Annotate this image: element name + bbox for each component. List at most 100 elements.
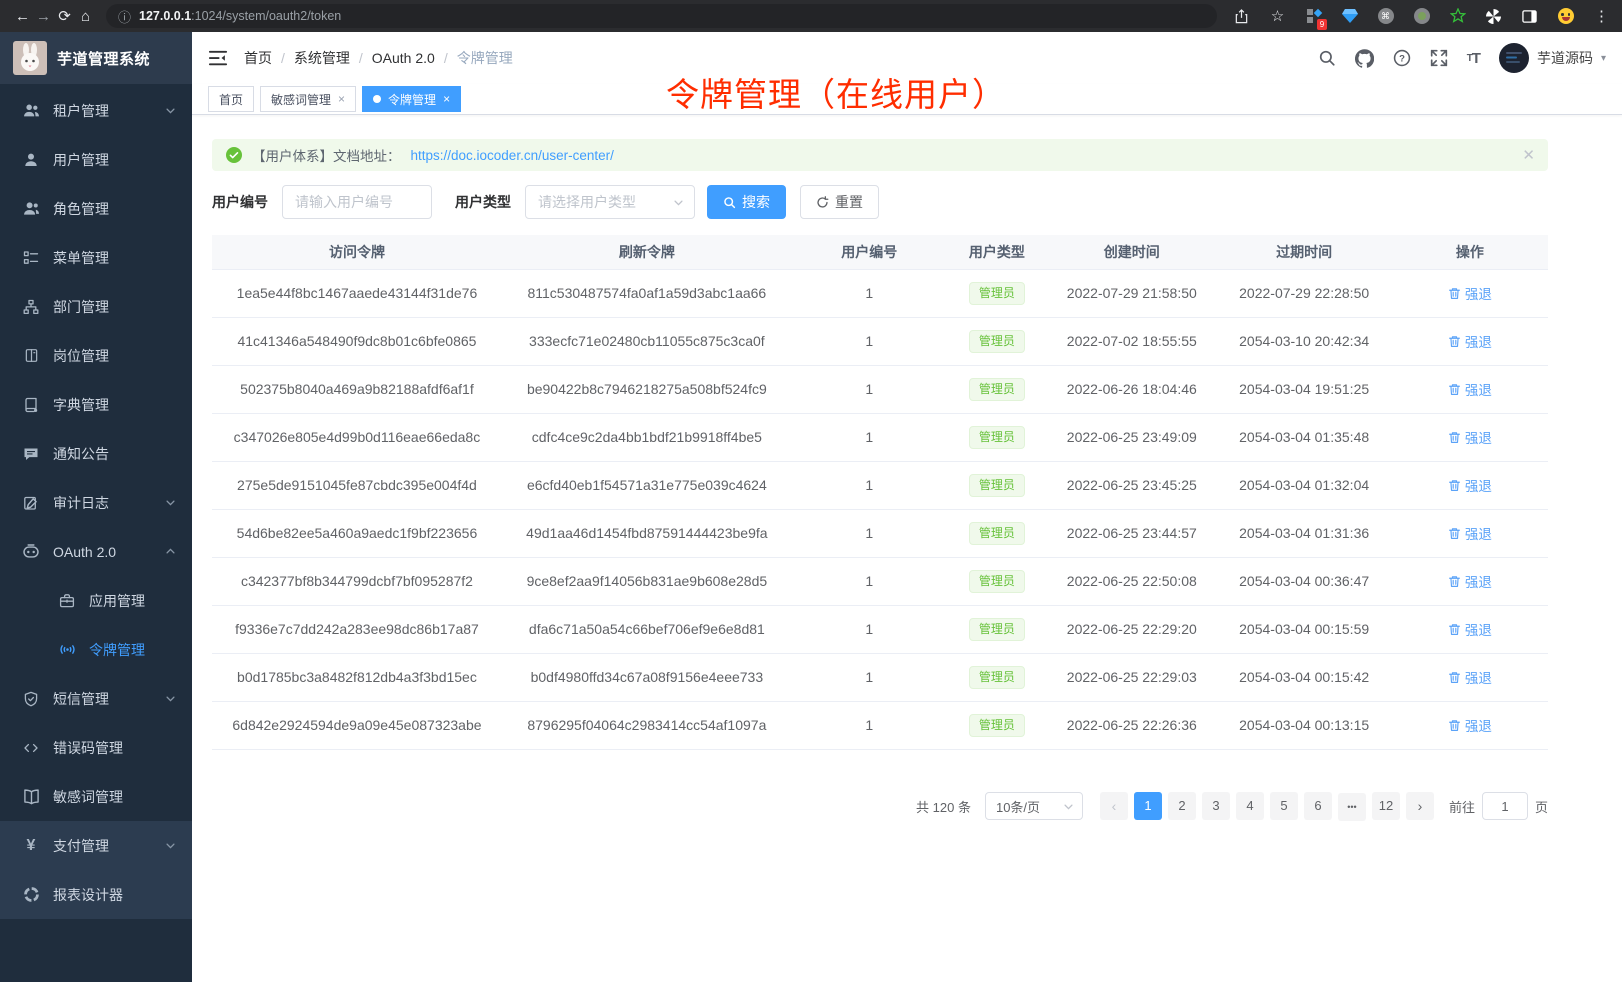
page-button-3[interactable]: 3 [1202,792,1230,820]
search-icon[interactable] [1318,49,1336,67]
force-logout-button[interactable]: 强退 [1448,331,1492,351]
breadcrumb-item[interactable]: OAuth 2.0 [372,50,435,66]
user-type-cell: 管理员 [947,413,1047,461]
forward-icon[interactable]: → [33,8,54,25]
font-size-icon[interactable]: TT [1467,50,1480,67]
force-logout-button[interactable]: 强退 [1448,475,1492,495]
user-type-cell: 管理员 [947,365,1047,413]
tab-home[interactable]: 首页 [208,86,254,112]
sidebar-item-post[interactable]: 岗位管理 [0,331,192,380]
sidebar-item-error-code[interactable]: 错误码管理 [0,723,192,772]
action-cell: 强退 [1392,557,1548,605]
sidebar-item-dept[interactable]: 部门管理 [0,282,192,331]
sidebar-item-role[interactable]: 角色管理 [0,184,192,233]
extension-blocks-icon[interactable]: 9 [1305,8,1322,25]
breadcrumb-item[interactable]: 系统管理 [294,48,350,68]
record-extension-icon[interactable] [1413,8,1430,25]
page-button-6[interactable]: 6 [1304,792,1332,820]
sidebar-item-notice[interactable]: 通知公告 [0,429,192,478]
sidebar-item-sensitive-word[interactable]: 敏感词管理 [0,772,192,821]
reset-button[interactable]: 重置 [800,185,879,219]
doc-link[interactable]: https://doc.iocoder.cn/user-center/ [411,148,614,163]
page-button-5[interactable]: 5 [1270,792,1298,820]
browser-chrome: ← → ⟳ ⌂ ⓘ 127.0.0.1:1024/system/oauth2/t… [0,0,1622,32]
sidebar-item-user[interactable]: 用户管理 [0,135,192,184]
sidebar-item-label: 租户管理 [53,101,109,121]
page-button-2[interactable]: 2 [1168,792,1196,820]
prev-page-button[interactable]: ‹ [1100,792,1128,820]
page-ellipsis[interactable]: ••• [1338,793,1366,821]
expire-time-cell: 2054-03-04 01:32:04 [1217,461,1392,509]
force-logout-button[interactable]: 强退 [1448,667,1492,687]
tab-close-icon[interactable]: × [338,92,345,106]
force-logout-button[interactable]: 强退 [1448,523,1492,543]
user-menu[interactable]: 芋道源码 ▾ [1499,43,1606,73]
user-id-label: 用户编号 [212,192,268,212]
force-logout-button[interactable]: 强退 [1448,715,1492,735]
user-type-badge: 管理员 [969,714,1025,737]
page-button-1[interactable]: 1 [1134,792,1162,820]
next-page-button[interactable]: › [1406,792,1434,820]
emoji-extension-icon[interactable] [1557,8,1574,25]
side-panel-extension-icon[interactable] [1521,8,1538,25]
app-logo[interactable]: 芋道管理系统 [0,32,192,84]
force-logout-button[interactable]: 强退 [1448,619,1492,639]
address-bar[interactable]: ⓘ 127.0.0.1:1024/system/oauth2/token [106,4,1217,28]
goto-page-input[interactable] [1482,792,1528,820]
bookmark-star-icon[interactable]: ☆ [1269,8,1286,25]
browser-menu-icon[interactable]: ⋮ [1593,8,1610,25]
search-button[interactable]: 搜索 [707,185,786,219]
breadcrumb-item[interactable]: 首页 [244,48,272,68]
pinwheel-extension-icon[interactable] [1485,8,1502,25]
sidebar-item-oauth2[interactable]: OAuth 2.0 [0,527,192,576]
help-icon[interactable]: ? [1393,49,1411,67]
column-header: 用户类型 [947,235,1047,269]
breadcrumb-separator: / [281,50,285,66]
gem-extension-icon[interactable] [1341,8,1358,25]
column-header: 访问令牌 [212,235,502,269]
expire-time-cell: 2054-03-10 20:42:34 [1217,317,1392,365]
action-cell: 强退 [1392,653,1548,701]
sidebar-item-sms[interactable]: 短信管理 [0,674,192,723]
created-time-cell: 2022-06-25 22:26:36 [1047,701,1217,749]
sidebar-item-oauth2-app[interactable]: 应用管理 [0,576,192,625]
force-logout-button[interactable]: 强退 [1448,379,1492,399]
access-token-cell: c342377bf8b344799dcbf7bf095287f2 [212,557,502,605]
sidebar-item-dict[interactable]: 字典管理 [0,380,192,429]
sidebar-item-report-designer[interactable]: 报表设计器 [0,870,192,919]
page-size-select[interactable]: 10条/页 [985,792,1083,820]
tab-sensitive-word[interactable]: 敏感词管理× [260,86,356,112]
tab-close-icon[interactable]: × [443,92,450,106]
alert-close-icon[interactable]: ✕ [1522,146,1535,164]
reload-icon[interactable]: ⟳ [54,7,75,25]
page-button-4[interactable]: 4 [1236,792,1264,820]
user-type-select[interactable]: 请选择用户类型 [525,185,695,219]
info-icon[interactable]: ⓘ [118,7,131,26]
github-icon[interactable] [1355,49,1374,68]
access-token-cell: 41c41346a548490f9dc8b01c6bfe0865 [212,317,502,365]
sidebar-item-tenant[interactable]: 租户管理 [0,86,192,135]
user-type-badge: 管理员 [969,618,1025,641]
yen-icon: ¥ [22,837,40,855]
sidebar-item-menu[interactable]: 菜单管理 [0,233,192,282]
user-id-input[interactable] [282,185,432,219]
force-logout-button[interactable]: 强退 [1448,283,1492,303]
tab-oauth2-token[interactable]: 令牌管理× [362,86,461,112]
force-logout-button[interactable]: 强退 [1448,571,1492,591]
sidebar-item-oauth2-token[interactable]: 令牌管理 [0,625,192,674]
sidebar-item-label: 支付管理 [53,836,109,856]
command-extension-icon[interactable]: ⌘ [1377,8,1394,25]
green-star-extension-icon[interactable] [1449,8,1466,25]
sidebar-item-audit-log[interactable]: 审计日志 [0,478,192,527]
share-icon[interactable] [1233,8,1250,25]
sidebar-item-pay[interactable]: ¥ 支付管理 [0,821,192,870]
force-logout-button[interactable]: 强退 [1448,427,1492,447]
fullscreen-icon[interactable] [1430,49,1448,67]
collapse-sidebar-icon[interactable] [208,48,228,68]
page-button-12[interactable]: 12 [1372,792,1400,820]
page-list: 123456•••12 [1131,792,1403,822]
back-icon[interactable]: ← [12,8,33,25]
chevron-up-icon [165,546,176,557]
user-id-cell: 1 [792,557,947,605]
home-icon[interactable]: ⌂ [75,8,96,25]
